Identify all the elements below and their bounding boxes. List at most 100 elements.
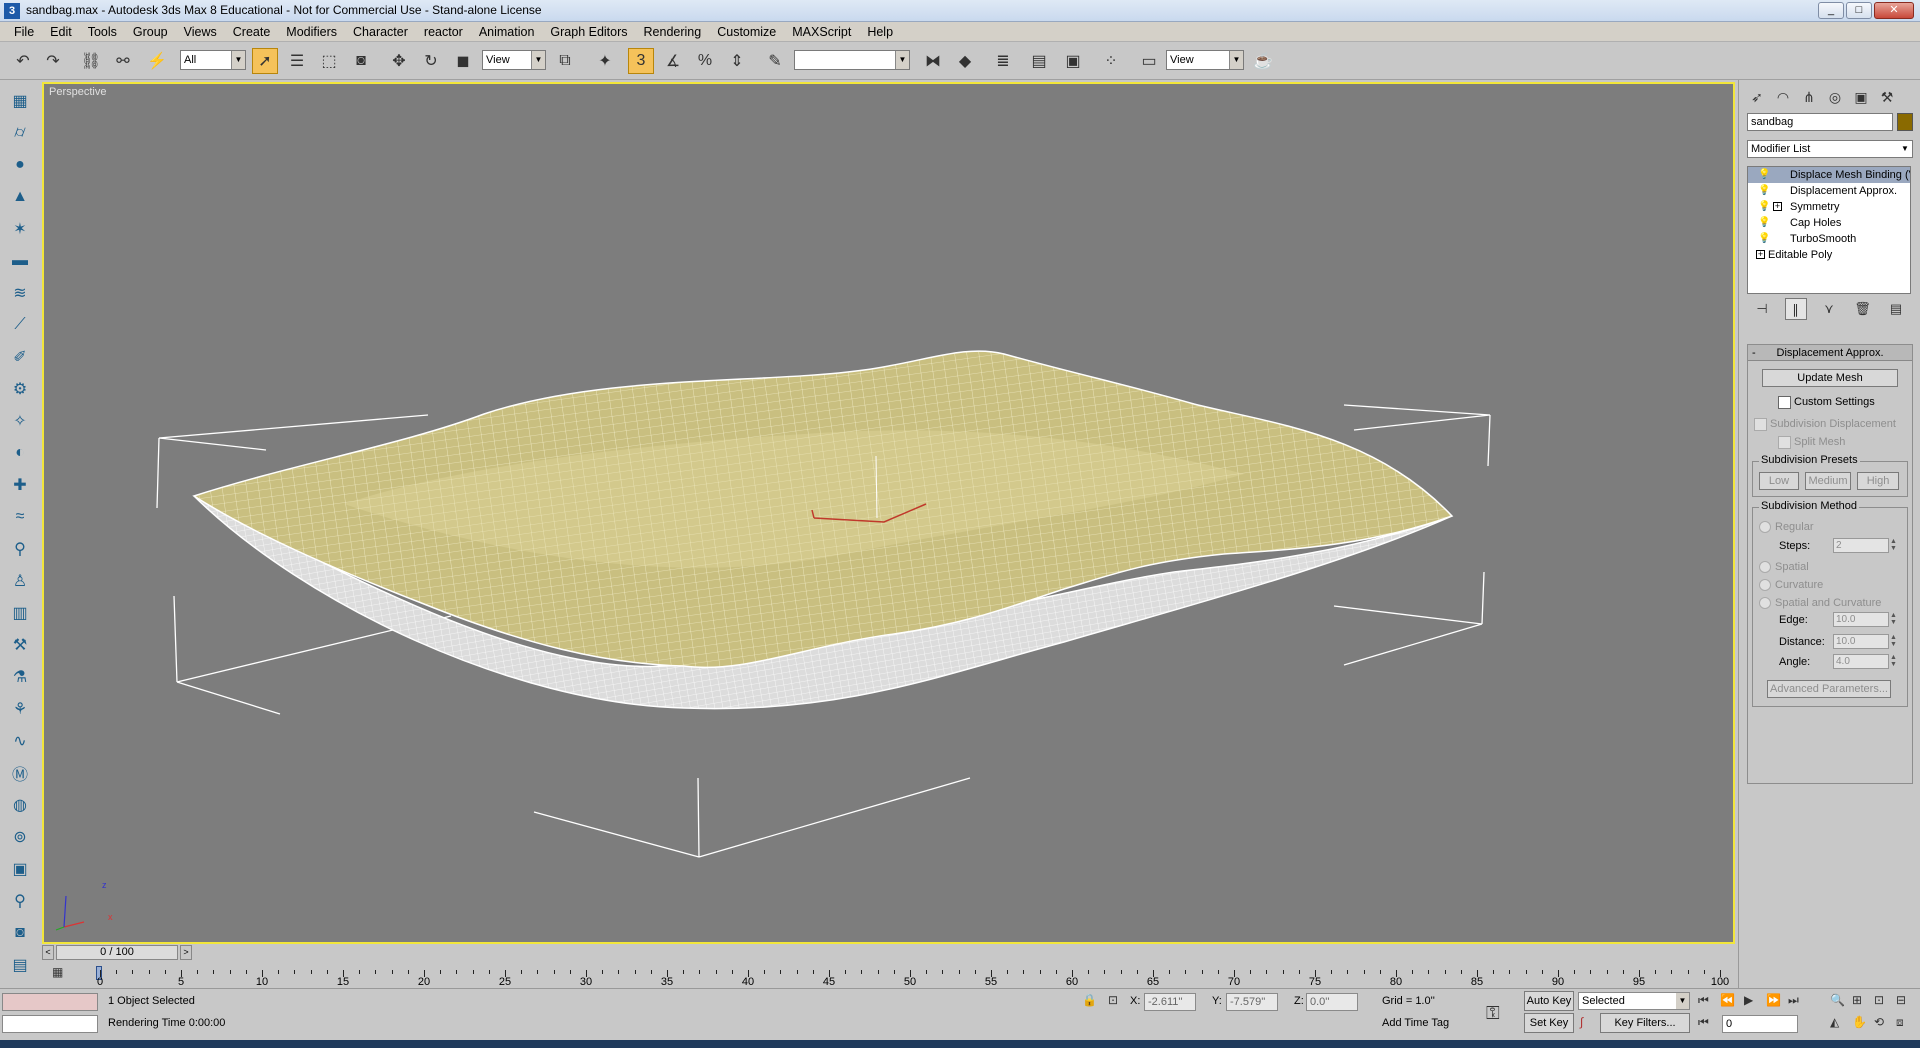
menu-rendering[interactable]: Rendering [636,25,710,39]
previous-frame-icon[interactable]: ⏪ [1720,993,1735,1007]
lock-icon[interactable]: 🔒 [1082,993,1097,1007]
goto-start-icon[interactable]: ⏮ [1698,993,1709,1008]
maxscript-listener-white[interactable] [2,1015,98,1033]
selection-filter-dropdown[interactable]: All ▼ [180,50,246,70]
time-slider-thumb[interactable]: 0 / 100 [56,945,178,960]
menu-customize[interactable]: Customize [709,25,784,39]
remove-modifier-icon[interactable]: 🗑 [1852,298,1874,320]
cloth-icon[interactable]: ⚘ [7,696,33,722]
select-by-name-icon[interactable]: ☰ [284,48,310,74]
preset-high-button[interactable]: High [1857,472,1899,490]
auto-key-button[interactable]: Auto Key [1524,991,1574,1011]
field-of-view-icon[interactable]: ◭ [1830,1015,1839,1029]
magnifier-icon[interactable]: ⚲ [7,888,33,914]
zoom-icon[interactable]: 🔍 [1830,993,1845,1007]
pin-stack-icon[interactable]: ⊣ [1751,298,1773,320]
preset-medium-button[interactable]: Medium [1805,472,1851,490]
spinner-icon[interactable]: ▲ ▼ [1890,538,1900,553]
paint-icon[interactable]: ✐ [7,344,33,370]
z-coordinate-field[interactable]: 0.0'' [1306,993,1358,1011]
biped-icon[interactable]: ♙ [7,568,33,594]
spring-icon[interactable]: ⊚ [7,824,33,850]
bottle-icon[interactable]: ▥ [7,600,33,626]
spinner-snap-icon[interactable]: ⇕ [724,48,750,74]
track-bar[interactable]: ▦ 0 5 10 15 20 25 30 35 40 45 50 55 60 65 70 75 80 85 90 95… [42,962,1735,988]
measure-icon[interactable]: ⟋ [7,312,33,338]
zoom-extents-all-icon[interactable]: ⊟ [1896,993,1906,1007]
menu-reactor[interactable]: reactor [416,25,471,39]
configure-modifier-sets-icon[interactable]: ▤ [1885,298,1907,320]
viewport-scene[interactable] [44,84,1733,942]
close-button[interactable]: ✕ [1874,2,1914,19]
add-time-tag[interactable]: Add Time Tag [1382,1013,1449,1033]
next-frame-icon[interactable]: ⏩ [1766,993,1781,1007]
bind-space-warp-icon[interactable]: ⚡ [144,48,170,74]
render-scene-icon[interactable]: ▭ [1136,48,1162,74]
lightbulb-icon[interactable]: 💡 [1758,233,1770,245]
lightbulb-icon[interactable]: 💡 [1758,169,1770,181]
play-icon[interactable]: ▶ [1744,993,1753,1007]
wave-icon[interactable]: ≈ [7,504,33,530]
distance-field[interactable]: 10.0 ▲ ▼ [1833,634,1897,649]
preview-icon[interactable]: ▣ [7,856,33,882]
maximize-viewport-icon[interactable]: ⧈ [1896,1015,1904,1030]
maxscript-listener-pink[interactable] [2,993,98,1011]
time-slider[interactable]: < 0 / 100 > [42,944,1735,962]
rope-icon[interactable]: ∿ [7,728,33,754]
key-mode-toggle-icon[interactable]: ⏮ [1698,1015,1709,1030]
menu-animation[interactable]: Animation [471,25,543,39]
light-icon[interactable]: ✧ [7,408,33,434]
utilities-tab-icon[interactable]: ⚒ [1875,86,1899,108]
viewport-label[interactable]: Perspective [49,86,106,98]
stack-item-turbosmooth[interactable]: 💡 TurboSmooth [1748,231,1910,247]
modifier-list-dropdown[interactable]: Modifier List ▼ [1747,140,1913,158]
zoom-all-icon[interactable]: ⊞ [1852,993,1862,1007]
menu-graph-editors[interactable]: Graph Editors [542,25,635,39]
schematic-view-icon[interactable]: ▣ [1060,48,1086,74]
bones-icon[interactable]: ⚲ [7,536,33,562]
time-slider-next-button[interactable]: > [180,945,192,960]
curvature-radio[interactable]: Curvature [1759,578,1823,592]
motion-tab-icon[interactable]: ◎ [1823,86,1847,108]
stack-item-displacement-approx[interactable]: 💡 Displacement Approx. [1748,183,1910,199]
menu-edit[interactable]: Edit [42,25,80,39]
menu-character[interactable]: Character [345,25,416,39]
key-filters-button[interactable]: Key Filters... [1600,1013,1690,1033]
helper-icon[interactable]: ✚ [7,472,33,498]
render-view-dropdown[interactable]: View ▼ [1166,50,1244,70]
unlink-icon[interactable]: ⚯ [110,48,136,74]
stack-item-editable-poly[interactable]: + Editable Poly [1748,247,1910,263]
modify-tab-icon[interactable]: ◠ [1771,86,1795,108]
expand-icon[interactable]: + [1773,202,1782,211]
pipette-icon[interactable]: ⚗ [7,664,33,690]
orbit-icon[interactable]: ⟲ [1874,1015,1884,1029]
align-icon[interactable]: ◆ [952,48,978,74]
steps-field[interactable]: 2 ▲ ▼ [1833,538,1897,553]
maximize-button[interactable]: □ [1846,2,1872,19]
y-coordinate-field[interactable]: -7.579'' [1226,993,1278,1011]
edit-named-selection-icon[interactable]: ✎ [762,48,788,74]
select-move-icon[interactable]: ✥ [386,48,412,74]
regular-radio[interactable]: Regular [1759,520,1814,534]
box-icon[interactable]: ▦ [7,88,33,114]
edge-field[interactable]: 10.0 ▲ ▼ [1833,612,1897,627]
key-tangent-icon[interactable]: ∫ [1580,1015,1583,1029]
frame-ruler[interactable]: 0 5 10 15 20 25 30 35 40 45 50 55 60 65 70 75 80 85 90 95 10… [96,962,1736,988]
make-unique-icon[interactable]: ⋎ [1818,298,1840,320]
preset-low-button[interactable]: Low [1759,472,1799,490]
curve-editor-icon[interactable]: ▤ [1026,48,1052,74]
stack-item-displace-mesh[interactable]: 💡 Displace Mesh Binding (V [1748,167,1910,183]
select-link-icon[interactable]: ⛓ [78,48,104,74]
update-mesh-button[interactable]: Update Mesh [1762,369,1898,387]
goto-end-icon[interactable]: ⏭ [1788,993,1799,1008]
spinner-icon[interactable]: ▲ ▼ [1890,612,1900,627]
menu-file[interactable]: File [6,25,42,39]
advanced-parameters-button[interactable]: Advanced Parameters... [1767,680,1891,698]
menu-views[interactable]: Views [176,25,225,39]
reactor-m-icon[interactable]: Ⓜ [7,760,33,786]
property-icon[interactable]: ▤ [7,952,33,978]
lightbulb-icon[interactable]: 💡 [1758,185,1770,197]
cone-icon[interactable]: ▲ [7,184,33,210]
plane-icon[interactable]: ▬ [7,248,33,274]
menu-tools[interactable]: Tools [80,25,125,39]
